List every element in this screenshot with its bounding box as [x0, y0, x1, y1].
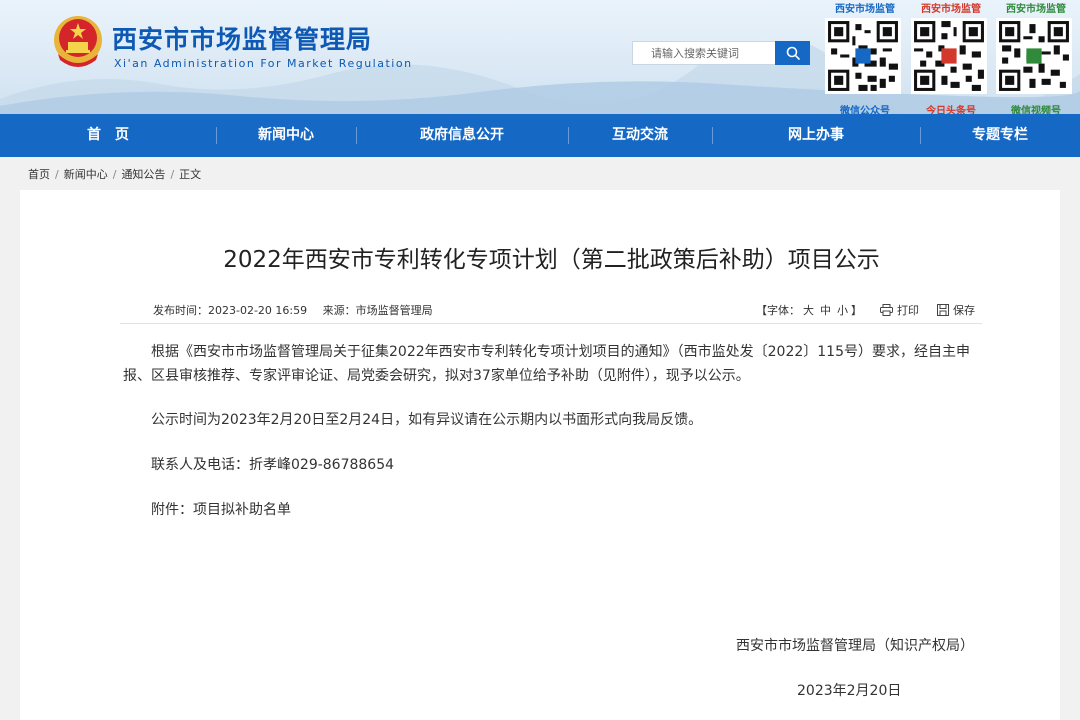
- signature-date: 2023年2月20日: [797, 683, 902, 699]
- search-input[interactable]: [633, 42, 791, 64]
- search-button[interactable]: [775, 41, 810, 65]
- article-paragraph: 根据《西安市市场监督管理局关于征集2022年西安市专利转化专项计划项目的通知》（…: [123, 344, 970, 384]
- article-source: 来源：市场监督管理局: [322, 304, 433, 317]
- breadcrumb: 首页 / 新闻中心 / 通知公告 / 正文: [28, 166, 201, 182]
- qr-code-icon: [996, 18, 1072, 94]
- save-icon: [937, 304, 949, 316]
- article-meta: 发布时间：2023-02-20 16:59 来源：市场监督管理局: [153, 302, 445, 318]
- print-label: 打印: [897, 304, 919, 317]
- qr-top-label: 西安市场监管: [921, 4, 981, 15]
- main-nav: 首 页 新闻中心 政府信息公开 互动交流 网上办事 专题专栏: [0, 114, 1080, 157]
- breadcrumb-separator: /: [170, 168, 175, 181]
- qr-bottom-label: 今日头条号: [926, 106, 976, 114]
- breadcrumb-home[interactable]: 首页: [28, 168, 50, 181]
- article-paragraph: 联系人及电话：折孝峰029-86788654: [151, 457, 395, 473]
- publish-time: 发布时间：2023-02-20 16:59: [153, 304, 308, 317]
- qr-bottom-label: 微信公众号: [840, 106, 890, 114]
- search-box: [632, 41, 810, 65]
- signature-organization: 西安市市场监督管理局（知识产权局）: [736, 638, 974, 654]
- site-title[interactable]: 西安市市场监督管理局: [112, 20, 372, 56]
- nav-item-special-topics[interactable]: 专题专栏: [920, 114, 1080, 157]
- qr-code-icon: [825, 18, 901, 94]
- qr-toutiao[interactable]: 西安市场监管 今日头条号: [911, 0, 991, 114]
- article-panel: 2022年西安市专利转化专项计划（第二批政策后补助）项目公示 发布时间：2023…: [20, 190, 1060, 720]
- qr-top-label: 西安市场监管: [835, 4, 895, 15]
- print-button[interactable]: 打印: [880, 302, 919, 318]
- site-header: 西安市市场监督管理局 Xi'an Administration For Mark…: [0, 0, 1080, 114]
- breadcrumb-separator: /: [55, 168, 59, 181]
- qr-top-label: 西安市场监管: [1006, 4, 1066, 15]
- font-size-medium[interactable]: 中: [820, 304, 831, 317]
- font-size-large[interactable]: 大: [803, 304, 814, 317]
- article-title: 2022年西安市专利转化专项计划（第二批政策后补助）项目公示: [223, 247, 880, 273]
- article-paragraph: 公示时间为2023年2月20日至2月24日，如有异议请在公示期内以书面形式向我局…: [151, 412, 703, 428]
- qr-wechat-official[interactable]: 西安市场监管 微信公众号: [825, 0, 905, 114]
- font-label-prefix: 【字体：: [756, 304, 800, 317]
- breadcrumb-separator: /: [112, 168, 117, 181]
- breadcrumb-current: 正文: [179, 168, 202, 181]
- attachment-line[interactable]: 附件：项目拟补助名单: [123, 498, 993, 522]
- nav-item-online-services[interactable]: 网上办事: [712, 114, 920, 157]
- article-tools: 【字体：大中小】 打印 保存: [756, 302, 975, 318]
- nav-item-interaction[interactable]: 互动交流: [568, 114, 712, 157]
- nav-item-gov-info[interactable]: 政府信息公开: [356, 114, 568, 157]
- qr-code-icon: [911, 18, 987, 94]
- font-size-control: 【字体：大中小】: [756, 302, 862, 318]
- title-divider: [120, 323, 982, 324]
- font-label-suffix: 】: [851, 304, 862, 317]
- save-label: 保存: [953, 304, 975, 317]
- qr-wechat-channels[interactable]: 西安市场监管 微信视频号: [996, 0, 1076, 114]
- printer-icon: [880, 304, 893, 316]
- national-emblem-icon: [54, 16, 102, 67]
- save-button[interactable]: 保存: [937, 302, 975, 318]
- breadcrumb-notices[interactable]: 通知公告: [121, 168, 165, 181]
- search-icon: [786, 46, 800, 60]
- font-size-small[interactable]: 小: [837, 304, 848, 317]
- nav-item-home[interactable]: 首 页: [0, 114, 216, 157]
- qr-bottom-label: 微信视频号: [1011, 106, 1061, 114]
- nav-item-news[interactable]: 新闻中心: [216, 114, 356, 157]
- breadcrumb-news[interactable]: 新闻中心: [64, 168, 108, 181]
- site-subtitle: Xi'an Administration For Market Regulati…: [114, 57, 413, 70]
